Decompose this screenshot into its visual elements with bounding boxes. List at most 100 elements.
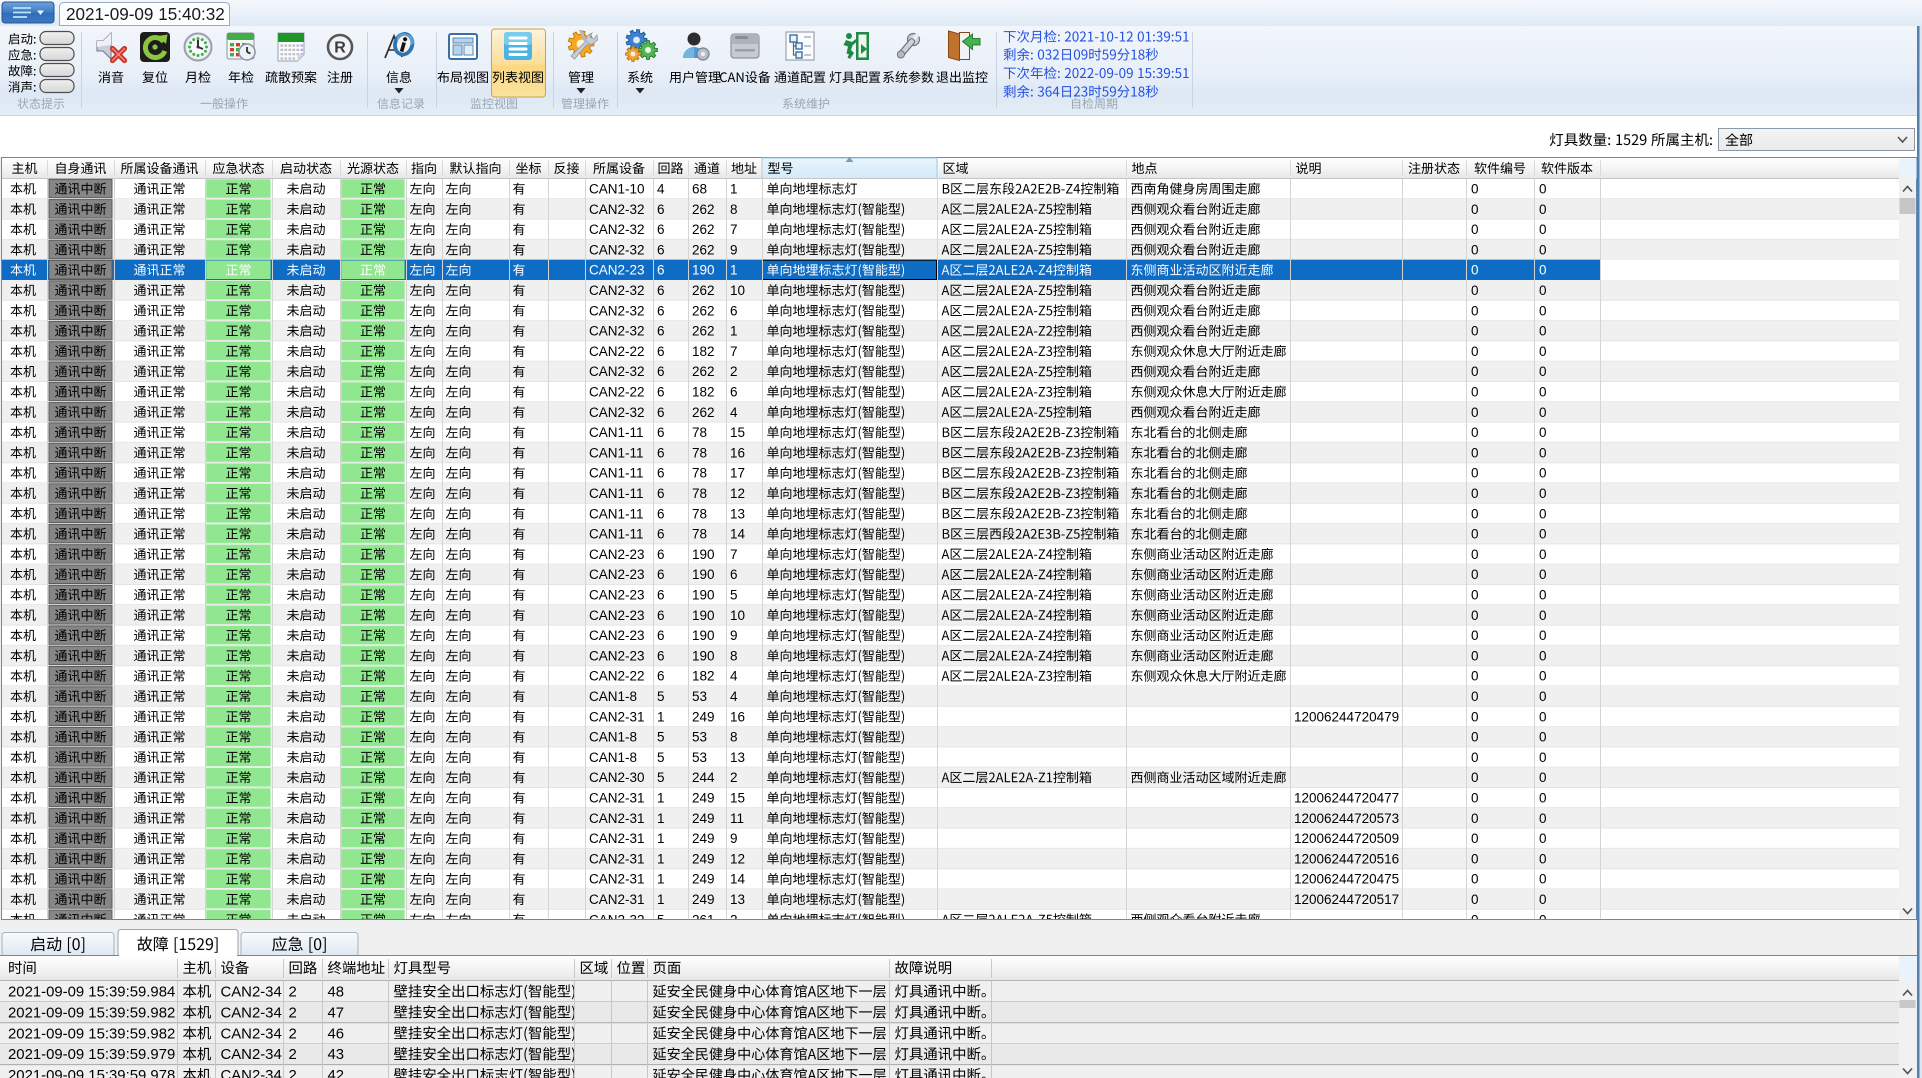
svg-text:0: 0	[1539, 303, 1547, 318]
svg-text:0: 0	[1471, 628, 1479, 643]
svg-text:CAN1-8: CAN1-8	[589, 730, 637, 745]
svg-text:182: 182	[692, 385, 715, 400]
svg-text:0: 0	[1539, 445, 1547, 460]
svg-text:CAN2-31: CAN2-31	[589, 892, 645, 907]
svg-text:0: 0	[1471, 567, 1479, 582]
svg-text:17: 17	[730, 466, 745, 481]
svg-text:78: 78	[692, 527, 707, 542]
svg-text:6: 6	[657, 445, 665, 460]
svg-text:6: 6	[657, 486, 665, 501]
svg-text:2: 2	[289, 1068, 297, 1078]
svg-text:249: 249	[692, 831, 715, 846]
svg-text:9: 9	[730, 242, 738, 257]
svg-text:6: 6	[657, 648, 665, 663]
svg-text:CAN2-30: CAN2-30	[589, 770, 645, 785]
svg-text:182: 182	[692, 669, 715, 684]
svg-text:262: 262	[692, 222, 715, 237]
svg-text:262: 262	[692, 364, 715, 379]
svg-text:68: 68	[692, 182, 707, 197]
svg-text:0: 0	[1471, 425, 1479, 440]
svg-text:53: 53	[692, 689, 707, 704]
svg-text:8: 8	[730, 202, 738, 217]
svg-text:14: 14	[730, 872, 746, 887]
svg-text:4: 4	[730, 405, 738, 420]
svg-text:1: 1	[657, 709, 665, 724]
svg-text:249: 249	[692, 791, 715, 806]
svg-text:48: 48	[328, 985, 345, 1001]
svg-text:0: 0	[1471, 851, 1479, 866]
svg-text:6: 6	[657, 283, 665, 298]
svg-text:2021-09-09 15:39:59.978: 2021-09-09 15:39:59.978	[8, 1068, 175, 1078]
svg-text:CAN2-32: CAN2-32	[589, 242, 645, 257]
svg-text:0: 0	[1539, 689, 1547, 704]
svg-text:190: 190	[692, 648, 715, 663]
svg-text:6: 6	[657, 608, 665, 623]
svg-text:14: 14	[730, 527, 746, 542]
svg-text:0: 0	[1471, 648, 1479, 663]
svg-text:5: 5	[657, 689, 665, 704]
svg-text:249: 249	[692, 811, 715, 826]
svg-text:2: 2	[730, 770, 738, 785]
svg-text:12006244720517: 12006244720517	[1294, 892, 1399, 907]
svg-text:CAN2-32: CAN2-32	[589, 324, 645, 339]
svg-text:6: 6	[657, 425, 665, 440]
svg-text:CAN1-8: CAN1-8	[589, 689, 637, 704]
svg-text:78: 78	[692, 506, 707, 521]
svg-text:1: 1	[730, 263, 738, 278]
svg-text:0: 0	[1471, 730, 1479, 745]
svg-text:190: 190	[692, 608, 715, 623]
svg-text:0: 0	[1471, 385, 1479, 400]
svg-text:CAN2-31: CAN2-31	[589, 851, 645, 866]
svg-text:6: 6	[657, 222, 665, 237]
svg-text:0: 0	[1539, 567, 1547, 582]
svg-text:CAN2-34: CAN2-34	[221, 1068, 282, 1078]
svg-text:262: 262	[692, 202, 715, 217]
svg-text:0: 0	[1539, 831, 1547, 846]
svg-text:CAN2-32: CAN2-32	[589, 202, 645, 217]
svg-text:2021-09-09 15:39:59.982: 2021-09-09 15:39:59.982	[8, 1005, 175, 1021]
svg-text:190: 190	[692, 567, 715, 582]
svg-text:6: 6	[657, 263, 665, 278]
svg-text:190: 190	[692, 547, 715, 562]
svg-text:0: 0	[1539, 608, 1547, 623]
svg-text:262: 262	[692, 405, 715, 420]
svg-text:0: 0	[1471, 791, 1479, 806]
svg-text:0: 0	[1471, 344, 1479, 359]
svg-text:CAN2-31: CAN2-31	[589, 831, 645, 846]
svg-text:0: 0	[1471, 242, 1479, 257]
svg-text:CAN2-23: CAN2-23	[589, 567, 645, 582]
svg-text:12006244720477: 12006244720477	[1294, 791, 1399, 806]
svg-text:0: 0	[1539, 425, 1547, 440]
svg-text:5: 5	[657, 750, 665, 765]
svg-text:1: 1	[657, 791, 665, 806]
svg-text:2021-09-09 15:39:59.982: 2021-09-09 15:39:59.982	[8, 1026, 175, 1042]
svg-text:0: 0	[1539, 263, 1547, 278]
svg-text:0: 0	[1471, 709, 1479, 724]
svg-text:6: 6	[730, 303, 738, 318]
svg-text:0: 0	[1539, 872, 1547, 887]
svg-text:0: 0	[1539, 648, 1547, 663]
svg-text:CAN1-8: CAN1-8	[589, 750, 637, 765]
svg-text:0: 0	[1471, 506, 1479, 521]
svg-text:0: 0	[1471, 405, 1479, 420]
svg-text:6: 6	[657, 405, 665, 420]
svg-text:CAN2-32: CAN2-32	[589, 222, 645, 237]
svg-text:6: 6	[657, 364, 665, 379]
svg-text:CAN2-31: CAN2-31	[589, 709, 645, 724]
svg-text:43: 43	[328, 1047, 345, 1063]
svg-text:6: 6	[657, 628, 665, 643]
svg-text:6: 6	[657, 303, 665, 318]
svg-text:190: 190	[692, 263, 715, 278]
svg-text:16: 16	[730, 445, 745, 460]
svg-text:5: 5	[657, 770, 665, 785]
svg-text:0: 0	[1471, 892, 1479, 907]
svg-text:0: 0	[1539, 547, 1547, 562]
svg-text:16: 16	[730, 709, 745, 724]
svg-text:CAN2-23: CAN2-23	[589, 263, 645, 278]
svg-text:182: 182	[692, 344, 715, 359]
svg-text:13: 13	[730, 506, 745, 521]
svg-text:0: 0	[1471, 689, 1479, 704]
svg-text:0: 0	[1539, 851, 1547, 866]
svg-text:0: 0	[1471, 872, 1479, 887]
svg-text:0: 0	[1471, 324, 1479, 339]
